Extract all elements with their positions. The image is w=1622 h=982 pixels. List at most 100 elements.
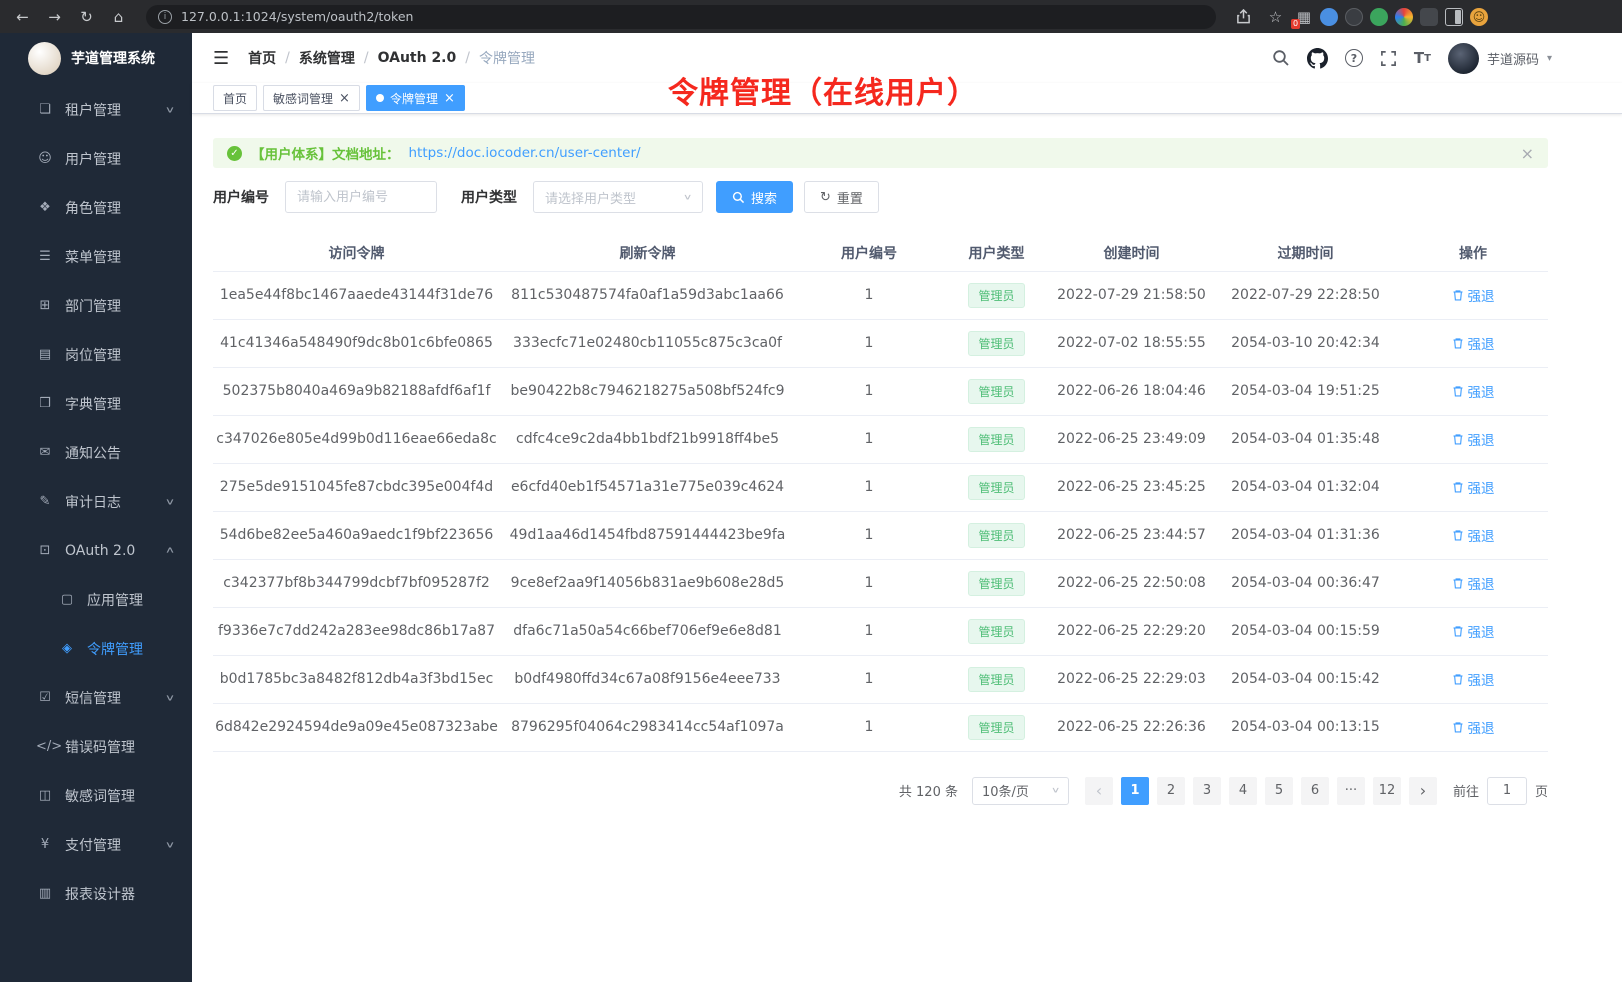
tab-sensitive-word[interactable]: 敏感词管理 × — [263, 85, 360, 111]
actions-cell: 强退 — [1398, 511, 1548, 559]
extension-grid-icon[interactable]: ▦ 0 — [1295, 8, 1313, 26]
tab-close-icon[interactable]: × — [339, 92, 350, 105]
force-logout-button[interactable]: 强退 — [1452, 429, 1495, 449]
close-icon[interactable]: × — [1521, 144, 1534, 163]
user-type-cell: 管理员 — [943, 607, 1050, 655]
sidebar-item-sensitive-word[interactable]: ◫ 敏感词管理 — [0, 771, 192, 820]
sidebar-item-report-designer[interactable]: ▥ 报表设计器 — [0, 869, 192, 918]
user-name: 芋道源码 — [1487, 49, 1539, 68]
chevron-down-icon[interactable]: ▾ — [1547, 53, 1552, 64]
sidebar-item-oauth2-app[interactable]: ▢ 应用管理 — [0, 575, 192, 624]
sidebar-item-tenant[interactable]: ❏ 租户管理 ∨ — [0, 85, 192, 134]
page-number-button[interactable]: ··· — [1337, 777, 1365, 805]
force-logout-button[interactable]: 强退 — [1452, 573, 1495, 593]
github-icon[interactable] — [1307, 48, 1328, 69]
logo-avatar — [28, 42, 61, 75]
page-size-select[interactable]: 10条/页 ∨ — [972, 777, 1069, 805]
address-bar[interactable]: i 127.0.0.1:1024/system/oauth2/token — [146, 5, 1216, 29]
search-icon[interactable] — [1272, 49, 1290, 67]
sidebar-item-oauth2-token[interactable]: ◈ 令牌管理 — [0, 624, 192, 673]
goto-page-input[interactable] — [1487, 777, 1527, 805]
user-avatar[interactable] — [1448, 43, 1479, 74]
search-button[interactable]: 搜索 — [716, 181, 793, 213]
url-text[interactable]: 127.0.0.1:1024/system/oauth2/token — [181, 9, 413, 24]
actions-cell: 强退 — [1398, 271, 1548, 319]
force-logout-button[interactable]: 强退 — [1452, 621, 1495, 641]
sidebar-item-menu[interactable]: ☰ 菜单管理 — [0, 232, 192, 281]
breadcrumb-item[interactable]: 系统管理 — [299, 48, 355, 68]
sidebar-item-post[interactable]: ▤ 岗位管理 — [0, 330, 192, 379]
breadcrumb-item[interactable]: OAuth 2.0 — [378, 50, 457, 66]
sidebar-item-user[interactable]: ☺ 用户管理 — [0, 134, 192, 183]
force-logout-button[interactable]: 强退 — [1452, 381, 1495, 401]
bookmark-star-icon[interactable]: ☆ — [1263, 4, 1288, 29]
page-number-button[interactable]: 4 — [1229, 777, 1257, 805]
user-menu[interactable]: 芋道源码 ▾ — [1448, 43, 1552, 74]
table-header-row: 访问令牌 刷新令牌 用户编号 用户类型 创建时间 过期时间 操作 — [213, 235, 1548, 271]
alert-text: 【用户体系】文档地址： — [251, 143, 400, 163]
extension-icon-green[interactable] — [1370, 8, 1388, 26]
user-id-input[interactable] — [285, 181, 437, 213]
page-number-button[interactable]: 6 — [1301, 777, 1329, 805]
back-icon[interactable]: ← — [10, 4, 35, 29]
menu-item-icon: ☰ — [36, 249, 54, 264]
header-actions: ? TT 芋道源码 ▾ — [1272, 43, 1552, 74]
tab-close-icon[interactable]: × — [444, 92, 455, 105]
breadcrumb-item[interactable]: 令牌管理 — [479, 48, 535, 68]
side-panel-icon[interactable] — [1445, 8, 1463, 26]
reset-button[interactable]: ↻ 重置 — [804, 181, 879, 213]
doc-link[interactable]: https://doc.iocoder.cn/user-center/ — [409, 145, 641, 161]
page-number-button[interactable]: 1 — [1121, 777, 1149, 805]
force-logout-button[interactable]: 强退 — [1452, 669, 1495, 689]
font-size-icon[interactable]: TT — [1414, 49, 1431, 67]
sidebar-item-role[interactable]: ❖ 角色管理 — [0, 183, 192, 232]
fullscreen-icon[interactable] — [1380, 50, 1397, 67]
profile-avatar-icon[interactable]: ☺ — [1470, 8, 1488, 26]
help-icon[interactable]: ? — [1345, 49, 1363, 67]
next-page-button[interactable]: › — [1409, 777, 1437, 805]
expire-time-cell: 2054-03-04 00:13:15 — [1213, 703, 1398, 751]
home-icon[interactable]: ⌂ — [106, 4, 131, 29]
force-logout-button[interactable]: 强退 — [1452, 717, 1495, 737]
table-row: c342377bf8b344799dcbf7bf095287f2 9ce8ef2… — [213, 559, 1548, 607]
expire-time-cell: 2022-07-29 22:28:50 — [1213, 271, 1398, 319]
sidebar-item-notice[interactable]: ✉ 通知公告 — [0, 428, 192, 477]
page-number-button[interactable]: 2 — [1157, 777, 1185, 805]
created-time-cell: 2022-06-26 18:04:46 — [1050, 367, 1213, 415]
page-number-button[interactable]: 12 — [1373, 777, 1401, 805]
force-logout-button[interactable]: 强退 — [1452, 333, 1495, 353]
share-icon[interactable] — [1231, 4, 1256, 29]
tab-home[interactable]: 首页 — [213, 85, 257, 111]
refresh-token-cell: 811c530487574fa0af1a59d3abc1aa66 — [500, 271, 795, 319]
tab-token[interactable]: 令牌管理 × — [366, 85, 465, 111]
sidebar-toggle-icon[interactable]: ☰ — [213, 48, 229, 69]
breadcrumb-item[interactable]: 首页 — [248, 48, 276, 68]
annotation-text: 令牌管理（在线用户） — [668, 68, 978, 112]
sidebar-item-oauth2[interactable]: ⊡ OAuth 2.0 ∨ — [0, 526, 192, 575]
force-logout-button[interactable]: 强退 — [1452, 477, 1495, 497]
page-number-button[interactable]: 5 — [1265, 777, 1293, 805]
sidebar-item-audit-log[interactable]: ✎ 审计日志 ∨ — [0, 477, 192, 526]
page-number-button[interactable]: 3 — [1193, 777, 1221, 805]
user-type-tag: 管理员 — [968, 523, 1024, 548]
force-logout-button[interactable]: 强退 — [1452, 285, 1495, 305]
app-logo[interactable]: 芋道管理系统 — [0, 33, 192, 83]
site-info-icon[interactable]: i — [158, 10, 172, 24]
expire-time-cell: 2054-03-04 01:35:48 — [1213, 415, 1398, 463]
sidebar-item-error-code[interactable]: </> 错误码管理 — [0, 722, 192, 771]
sidebar-item-sms[interactable]: ☑ 短信管理 ∨ — [0, 673, 192, 722]
sidebar-item-dept[interactable]: ⊞ 部门管理 — [0, 281, 192, 330]
user-type-tag: 管理员 — [968, 427, 1024, 452]
sidebar-item-payment[interactable]: ¥ 支付管理 ∨ — [0, 820, 192, 869]
forward-icon[interactable]: → — [42, 4, 67, 29]
sidebar-item-dict[interactable]: ❒ 字典管理 — [0, 379, 192, 428]
user-type-select[interactable]: 请选择用户类型 ∨ — [533, 181, 703, 213]
extension-icon-square[interactable] — [1420, 8, 1438, 26]
user-type-tag: 管理员 — [968, 331, 1024, 356]
extension-icon-blue[interactable] — [1320, 8, 1338, 26]
prev-page-button[interactable]: ‹ — [1085, 777, 1113, 805]
extension-icon-colorful[interactable] — [1395, 8, 1413, 26]
force-logout-button[interactable]: 强退 — [1452, 525, 1495, 545]
reload-icon[interactable]: ↻ — [74, 4, 99, 29]
extension-icon-dark[interactable] — [1345, 8, 1363, 26]
